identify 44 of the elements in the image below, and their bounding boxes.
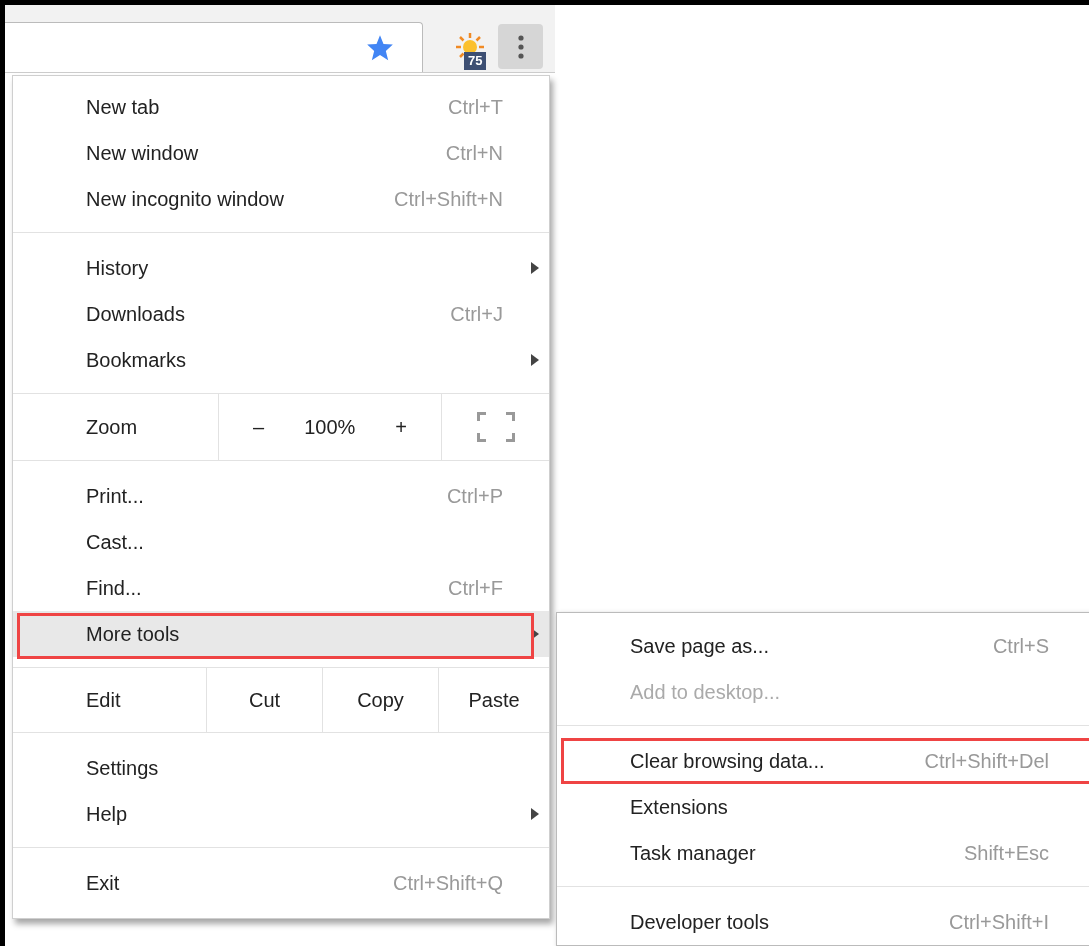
menu-item[interactable]: Extensions [557,784,1089,830]
menu-item[interactable]: Save page as... Ctrl+S [557,623,1089,669]
menu-item[interactable]: Clear browsing data... Ctrl+Shift+Del [557,738,1089,784]
menu-item[interactable]: New incognito window Ctrl+Shift+N [13,176,549,222]
shortcut-text: Ctrl+F [448,576,503,600]
extension-button[interactable]: 75 [449,22,493,72]
temperature-badge: 75 [464,52,487,70]
menu-item[interactable]: Exit Ctrl+Shift+Q [13,860,549,906]
zoom-out-button[interactable]: – [247,411,271,443]
shortcut-text: Ctrl+Shift+I [948,910,1049,934]
address-bar[interactable] [5,22,423,72]
shortcut-text: Ctrl+Shift+Del [924,749,1049,773]
menu-item[interactable]: Find... Ctrl+F [13,565,549,611]
shortcut-text: Ctrl+Shift+Q [392,871,503,895]
edit-action-button[interactable]: Cut [206,668,322,732]
menu-button[interactable] [498,24,543,69]
menu-item[interactable]: New window Ctrl+N [13,130,549,176]
menu-item[interactable]: Print... Ctrl+P [13,473,549,519]
fullscreen-icon[interactable] [476,412,515,442]
shortcut-text: Ctrl+J [450,302,503,326]
menu-item[interactable]: Bookmarks [13,337,549,383]
shortcut-text: Ctrl+T [448,95,503,119]
menu-item: Add to desktop... [629,679,782,705]
shortcut-text: Shift+Esc [963,841,1049,865]
edit-label: Edit [85,687,122,713]
zoom-in-button[interactable]: + [389,411,413,443]
shortcut-text: Ctrl+Shift+N [394,187,503,211]
menu-item[interactable]: Help [13,791,549,837]
menu-item[interactable]: Cast... [13,519,549,565]
bookmark-star-icon[interactable] [366,34,394,61]
menu-item[interactable]: Settings [13,745,549,791]
shortcut-text: Ctrl+N [445,141,503,165]
zoom-level: 100% [304,415,356,439]
menu-item[interactable]: New tab Ctrl+T [13,84,549,130]
menu-item[interactable]: History [13,245,549,291]
shortcut-text: Ctrl+P [446,484,503,508]
edit-action-button[interactable]: Copy [322,668,438,732]
menu-item[interactable]: Developer tools Ctrl+Shift+I [557,899,1089,945]
zoom-label: Zoom [85,414,139,440]
menu-item[interactable]: Downloads Ctrl+J [13,291,549,337]
menu-icon [516,33,525,60]
menu-item[interactable]: Task manager Shift+Esc [557,830,1089,876]
edit-action-button[interactable]: Paste [438,668,549,732]
shortcut-text: Ctrl+S [992,634,1049,658]
